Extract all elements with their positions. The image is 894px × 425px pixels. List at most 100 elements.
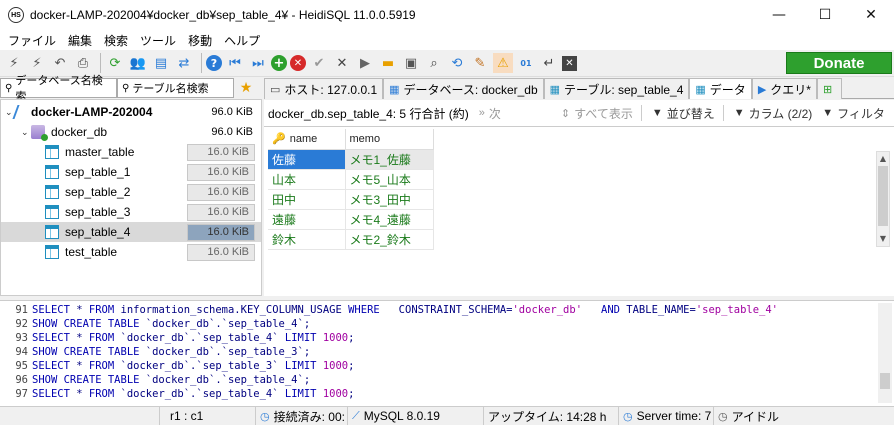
column-header-name[interactable]: 🔑 name	[268, 129, 346, 150]
open-icon[interactable]: ▬	[378, 53, 398, 73]
chevron-down-icon[interactable]: ⌄	[21, 127, 31, 138]
grid-cell[interactable]: メモ4_遠藤	[345, 209, 434, 230]
favorite-star-icon[interactable]: ★	[234, 78, 258, 98]
disconnect-icon[interactable]: ⚡	[27, 53, 47, 73]
columns-button[interactable]: ▼ カラム (2/2)	[734, 105, 813, 122]
close-tab-icon[interactable]: ✕	[562, 55, 577, 71]
help-icon[interactable]: ?	[206, 55, 222, 71]
log-line: 91 SELECT * FROM information_schema.KEY_C…	[0, 303, 778, 317]
menu-file[interactable]: ファイル	[2, 32, 62, 49]
refresh-icon[interactable]: ⟳	[105, 53, 125, 73]
grid-cell[interactable]: 遠藤	[268, 209, 346, 230]
menu-help[interactable]: ヘルプ	[218, 32, 266, 49]
menu-edit[interactable]: 編集	[62, 32, 98, 49]
replace-icon[interactable]: ⟲	[447, 53, 467, 73]
delete-icon[interactable]: ✕	[290, 55, 306, 71]
sql-token: TABLE_NAME=	[619, 304, 696, 316]
grid-cell[interactable]: 鈴木	[268, 229, 346, 250]
close-button[interactable]: ✕	[848, 0, 894, 30]
grid-cell[interactable]: メモ2_鈴木	[345, 229, 434, 250]
undo-icon[interactable]: ↶	[50, 53, 70, 73]
cancel-icon[interactable]: ✕	[332, 53, 352, 73]
grid-vertical-scrollbar[interactable]: ▲ ▼	[876, 151, 890, 247]
table-row[interactable]: 遠藤 メモ4_遠藤	[268, 209, 434, 230]
tab-database[interactable]: ▦ データベース: docker_db	[383, 78, 544, 99]
database-icon: ▦	[389, 83, 400, 96]
filter-button[interactable]: ▼ フィルタ	[822, 105, 885, 122]
sql-token: ;	[348, 388, 355, 400]
tree-item-table[interactable]: sep_table_2 16.0 KiB	[1, 182, 261, 202]
transfer-icon[interactable]: ⇄	[174, 53, 194, 73]
log-line: 94 SHOW CREATE TABLE `docker_db`.`sep_tab…	[0, 345, 310, 359]
user-manager-icon[interactable]: 👥	[128, 53, 148, 73]
line-number: 92	[15, 318, 28, 330]
show-all-button[interactable]: ⇕ すべて表示	[561, 105, 633, 122]
status-cursor: r1 : c1	[160, 406, 256, 425]
tab-table[interactable]: ▦ テーブル: sep_table_4	[543, 78, 690, 99]
add-icon[interactable]: +	[271, 55, 287, 71]
grid-cell[interactable]: メモ3_田中	[345, 189, 434, 210]
window-title: docker-LAMP-202004¥docker_db¥sep_table_4…	[30, 8, 416, 22]
wrap-icon[interactable]: ↵	[539, 53, 559, 73]
column-header-memo[interactable]: memo	[345, 129, 434, 150]
tab-host[interactable]: ▭ ホスト: 127.0.0.1	[264, 78, 384, 99]
print-icon[interactable]: ⎙	[73, 53, 93, 73]
tree-item-table-selected[interactable]: sep_table_4 16.0 KiB	[1, 222, 261, 242]
tree-item-table[interactable]: sep_table_3 16.0 KiB	[1, 202, 261, 222]
tree-item-label: sep_table_4	[65, 225, 131, 239]
format-icon[interactable]: ✎	[470, 53, 490, 73]
scroll-thumb[interactable]	[878, 166, 888, 226]
scroll-down-icon[interactable]: ▼	[877, 232, 889, 246]
table-row[interactable]: 山本 メモ5_山本	[268, 169, 434, 190]
tab-new-query[interactable]: ⊞	[816, 78, 843, 99]
table-filter-input[interactable]: ⚲ テーブル名検索	[117, 78, 234, 98]
donate-button[interactable]: Donate	[786, 52, 892, 74]
tree-item-label: test_table	[65, 245, 118, 259]
scroll-up-icon[interactable]: ▲	[877, 152, 889, 166]
save-icon[interactable]: ▣	[401, 53, 421, 73]
first-icon[interactable]: ⏮	[225, 53, 245, 73]
grid-cell[interactable]: 田中	[268, 189, 346, 210]
database-filter-input[interactable]: ⚲ データベース名検索	[0, 75, 117, 103]
line-number: 93	[15, 332, 28, 344]
table-row[interactable]: 佐藤 メモ1_佐藤	[268, 149, 434, 170]
search-icon[interactable]: ⌕	[424, 53, 444, 73]
maximize-button[interactable]: ☐	[802, 0, 848, 30]
scroll-thumb[interactable]	[880, 373, 890, 389]
post-icon[interactable]: ✔	[309, 53, 329, 73]
run-icon[interactable]: ▶	[355, 53, 375, 73]
warning-icon[interactable]: ⚠	[493, 53, 513, 73]
sql-log[interactable]: 91 SELECT * FROM information_schema.KEY_C…	[0, 300, 894, 406]
tree-item-database[interactable]: ⌄ docker_db 96.0 KiB	[1, 122, 261, 142]
next-button[interactable]: » 次	[479, 105, 501, 122]
last-icon[interactable]: ⏭	[248, 53, 268, 73]
grid-cell[interactable]: 佐藤	[268, 149, 346, 170]
table-row[interactable]: 田中 メモ3_田中	[268, 189, 434, 210]
tree-item-table[interactable]: sep_table_1 16.0 KiB	[1, 162, 261, 182]
sql-token: FROM	[88, 360, 115, 372]
menu-go[interactable]: 移動	[182, 32, 218, 49]
table-row[interactable]: 鈴木 メモ2_鈴木	[268, 229, 434, 250]
minimize-button[interactable]: —	[756, 0, 802, 30]
grid-cell[interactable]: メモ5_山本	[345, 169, 434, 190]
tree-item-table[interactable]: master_table 16.0 KiB	[1, 142, 261, 162]
export-icon[interactable]: ▤	[151, 53, 171, 73]
grid-cell[interactable]: 山本	[268, 169, 346, 190]
log-line: 97 SELECT * FROM `docker_db`.`sep_table_4…	[0, 387, 354, 401]
log-vertical-scrollbar[interactable]	[878, 303, 892, 403]
sql-token: *	[69, 304, 89, 316]
filter-icon: ⚲	[5, 82, 13, 94]
binary-icon[interactable]: 01	[516, 53, 536, 73]
tab-query[interactable]: ▶ クエリ*	[751, 78, 817, 99]
host-icon: ▭	[270, 83, 281, 96]
grid-cell[interactable]: メモ1_佐藤	[345, 149, 434, 170]
tree-item-server[interactable]: ⌄ docker-LAMP-202004 96.0 KiB	[1, 102, 261, 122]
tab-data[interactable]: ▦ データ	[689, 78, 752, 99]
sort-button[interactable]: ▼ 並び替え	[652, 105, 715, 122]
menu-tools[interactable]: ツール	[134, 32, 182, 49]
sql-token: LIMIT	[284, 388, 317, 400]
menu-search[interactable]: 検索	[98, 32, 134, 49]
tree-item-table[interactable]: test_table 16.0 KiB	[1, 242, 261, 262]
connect-icon[interactable]: ⚡	[4, 53, 24, 73]
